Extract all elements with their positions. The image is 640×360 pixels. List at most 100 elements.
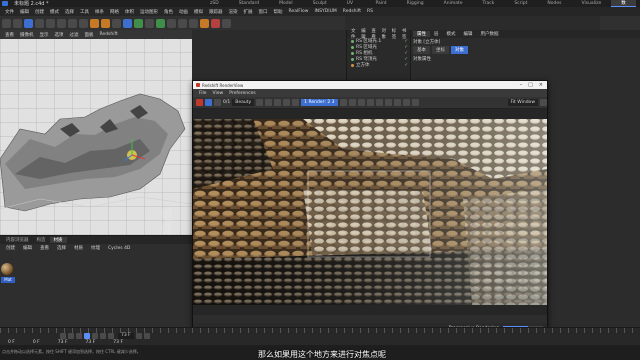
layout-tab[interactable]: Animate [434,0,473,7]
channel-a-icon[interactable] [292,99,300,106]
goto-end-icon[interactable] [108,333,114,339]
material-swatch[interactable] [1,263,13,275]
renderview-menu-item[interactable]: Preferences [226,91,258,96]
menu-item[interactable]: 角色 [161,9,176,15]
next-frame-icon[interactable] [92,333,98,339]
material-manager-tab[interactable]: 构造 [33,237,50,243]
menu-item[interactable]: 模拟 [191,9,206,15]
layout-tab[interactable]: Rigging [397,0,434,7]
attribute-menu-item[interactable]: 用户数据 [477,31,503,37]
attribute-mode-tab[interactable]: 坐标 [432,46,449,54]
menu-item[interactable]: 扩展 [241,9,256,15]
rotate-tool-icon[interactable] [46,18,55,28]
viewport-menu-item[interactable]: 选项 [52,32,67,38]
prev-key-icon[interactable] [68,333,74,339]
menu-item[interactable]: 选择 [62,9,77,15]
bucket-icon[interactable] [393,99,401,106]
close-icon[interactable]: × [539,82,543,88]
layout-tab[interactable]: 数字布局 [611,0,636,27]
layout-tab[interactable]: Standard [229,0,269,7]
add-layout-icon[interactable]: + [636,0,640,7]
material-menu-item[interactable]: 选择 [53,245,70,251]
environment-icon[interactable] [178,18,187,28]
viewport-menu-item[interactable]: Redshift [97,32,121,37]
menu-item[interactable]: 运动图形 [137,9,161,15]
menu-item[interactable]: 动画 [176,9,191,15]
channel-b-icon[interactable] [283,99,291,106]
menu-item[interactable]: 帮助 [271,9,286,15]
material-menu-item[interactable]: 查看 [36,245,53,251]
histogram-icon[interactable] [375,99,383,106]
cube-primitive-icon[interactable] [123,18,132,28]
stop-icon[interactable] [214,99,221,106]
attribute-menu-item[interactable]: 编辑 [460,31,477,37]
viewport-menu-item[interactable]: 过滤 [67,32,82,38]
layout-tab[interactable]: zSD [200,0,229,7]
attribute-mode-tab[interactable]: 对象 [451,46,468,54]
attribute-menu-item[interactable]: 模式 [443,31,460,37]
menu-item[interactable]: 编辑 [17,9,32,15]
perspective-viewport[interactable]: 查看 摄像机 显示 选项 过滤 面板 Redshift [0,30,192,235]
attribute-tab[interactable]: 层 [430,31,443,37]
axis-y-icon[interactable] [68,18,77,28]
render-canvas[interactable] [193,109,547,315]
save-icon[interactable] [384,99,392,106]
layout-tab[interactable]: Sculpt [303,0,337,7]
menu-item[interactable]: 文件 [2,9,17,15]
viewport-menu-item[interactable]: 面板 [82,32,97,38]
current-frame-field[interactable]: 73 F [118,333,134,339]
layout-tab[interactable]: Script [504,0,537,7]
focus-pick-icon[interactable] [348,99,356,106]
scale-tool-icon[interactable] [35,18,44,28]
viewport-menu-item[interactable]: 摄像机 [17,32,37,38]
compare-icon[interactable] [366,99,374,106]
menu-item[interactable]: 网格 [107,9,122,15]
subdivision-icon[interactable] [145,18,154,28]
play-icon[interactable] [84,333,90,339]
settings-gear-icon[interactable] [540,99,547,106]
object-row[interactable]: 立方体 ✓ [347,62,410,68]
menu-item[interactable]: INSYDIUM [311,9,339,14]
next-key-icon[interactable] [100,333,106,339]
material-menu-item[interactable]: Cycles 4D [104,246,134,251]
menu-item[interactable]: RealFlow [286,9,312,14]
viewport-menu-item[interactable]: 查看 [2,32,17,38]
menu-item[interactable]: 窗口 [256,9,271,15]
channel-r-icon[interactable] [265,99,273,106]
redo-icon[interactable] [13,18,22,28]
exposure-icon[interactable] [402,99,410,106]
layout-tab[interactable]: Model [269,0,303,7]
layout-tab[interactable]: UV Edit [337,0,366,13]
material-menu-item[interactable]: 创建 [2,245,19,251]
axis-x-icon[interactable] [57,18,66,28]
material-menu-item[interactable]: 纹理 [87,245,104,251]
lut-icon[interactable] [411,99,419,106]
render-region-select[interactable]: 1 Render: 2 3 [301,99,338,106]
zoom-select[interactable]: Fit Window [507,99,538,106]
material-manager-tab[interactable]: 材质 [49,237,67,243]
minimize-icon[interactable]: – [520,82,523,88]
renderview-menu-item[interactable]: File [196,91,210,96]
spline-pen-icon[interactable] [134,18,143,28]
menu-item[interactable]: 跟踪器 [206,9,226,15]
region-icon[interactable] [357,99,365,106]
menu-item[interactable]: Redshift [340,9,364,14]
channel-g-icon[interactable] [274,99,282,106]
menu-item[interactable]: 样条 [92,9,107,15]
material-menu-item[interactable]: 编辑 [19,245,36,251]
attribute-tab[interactable]: 属性 [413,31,430,37]
menu-item[interactable]: 工具 [77,9,92,15]
material-label[interactable]: Mat [1,277,15,283]
menu-item[interactable]: 模式 [47,9,62,15]
material-manager-tab[interactable]: 内容浏览器 [2,237,33,243]
camera-icon[interactable] [189,18,198,28]
goto-start-icon[interactable] [60,333,66,339]
menu-item[interactable]: 渲染 [226,9,241,15]
cloner-icon[interactable] [156,18,165,28]
axis-z-icon[interactable] [79,18,88,28]
prev-frame-icon[interactable] [76,333,82,339]
render-picture-viewer-icon[interactable] [101,18,110,28]
attribute-mode-tab[interactable]: 基本 [413,46,430,54]
deformer-icon[interactable] [167,18,176,28]
render-start-icon[interactable] [196,99,203,106]
